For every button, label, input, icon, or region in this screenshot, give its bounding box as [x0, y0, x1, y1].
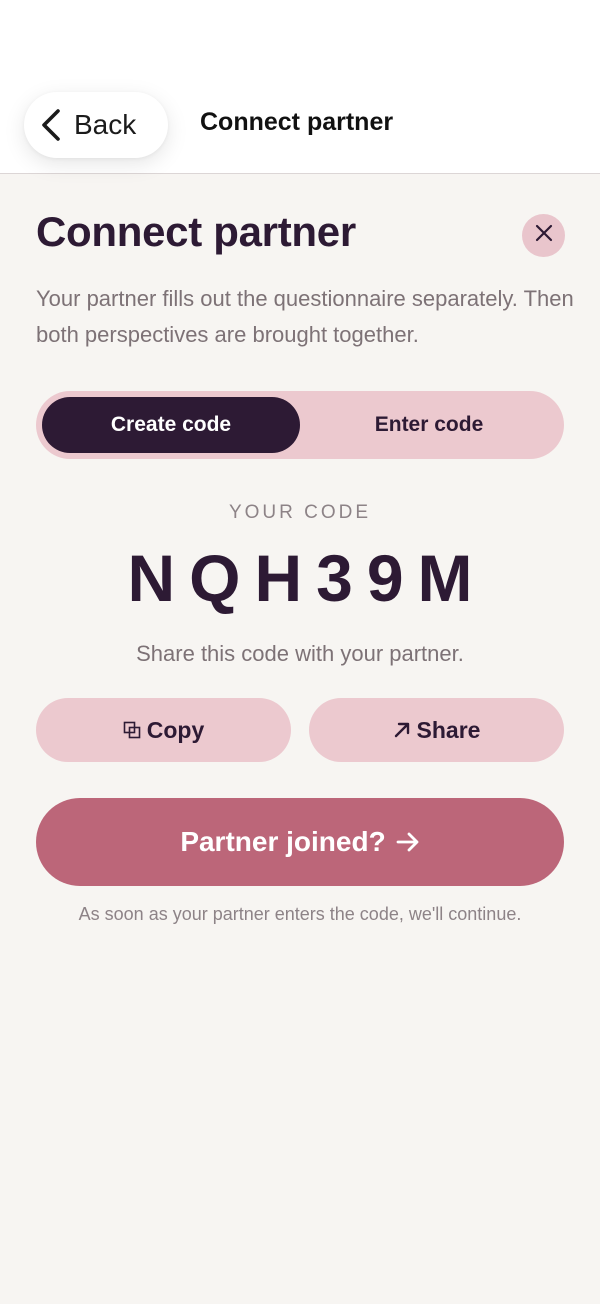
tab-create-code[interactable]: Create code: [42, 397, 300, 453]
nav-title: Connect partner: [200, 108, 394, 136]
share-hint: Share this code with your partner.: [136, 641, 464, 666]
copy-icon: [123, 721, 141, 739]
arrow-right-icon: [396, 831, 420, 853]
copy-label: Copy: [146, 716, 205, 743]
page-subtitle: Your partner fills out the questionnaire…: [36, 286, 574, 347]
mode-segmented-control: Create code Enter code: [36, 391, 564, 459]
share-label: Share: [416, 716, 481, 743]
continue-note: As soon as your partner enters the code,…: [78, 904, 522, 924]
copy-button[interactable]: Copy: [36, 698, 291, 762]
chevron-left-icon: [40, 108, 62, 142]
back-button[interactable]: Back: [24, 92, 168, 158]
arrow-up-right-icon: [393, 721, 411, 739]
partner-code: NQH39M: [127, 541, 487, 615]
share-button[interactable]: Share: [309, 698, 564, 762]
code-label: YOUR CODE: [228, 502, 372, 523]
close-icon: [535, 224, 553, 247]
back-label: Back: [74, 109, 137, 140]
navigation-bar: Back Connect partner: [0, 0, 600, 174]
partner-joined-label: Partner joined?: [180, 826, 386, 857]
close-button[interactable]: [522, 214, 565, 257]
partner-joined-button[interactable]: Partner joined?: [36, 798, 564, 886]
page-title: Connect partner: [36, 208, 356, 255]
tab-enter-code[interactable]: Enter code: [300, 397, 558, 453]
